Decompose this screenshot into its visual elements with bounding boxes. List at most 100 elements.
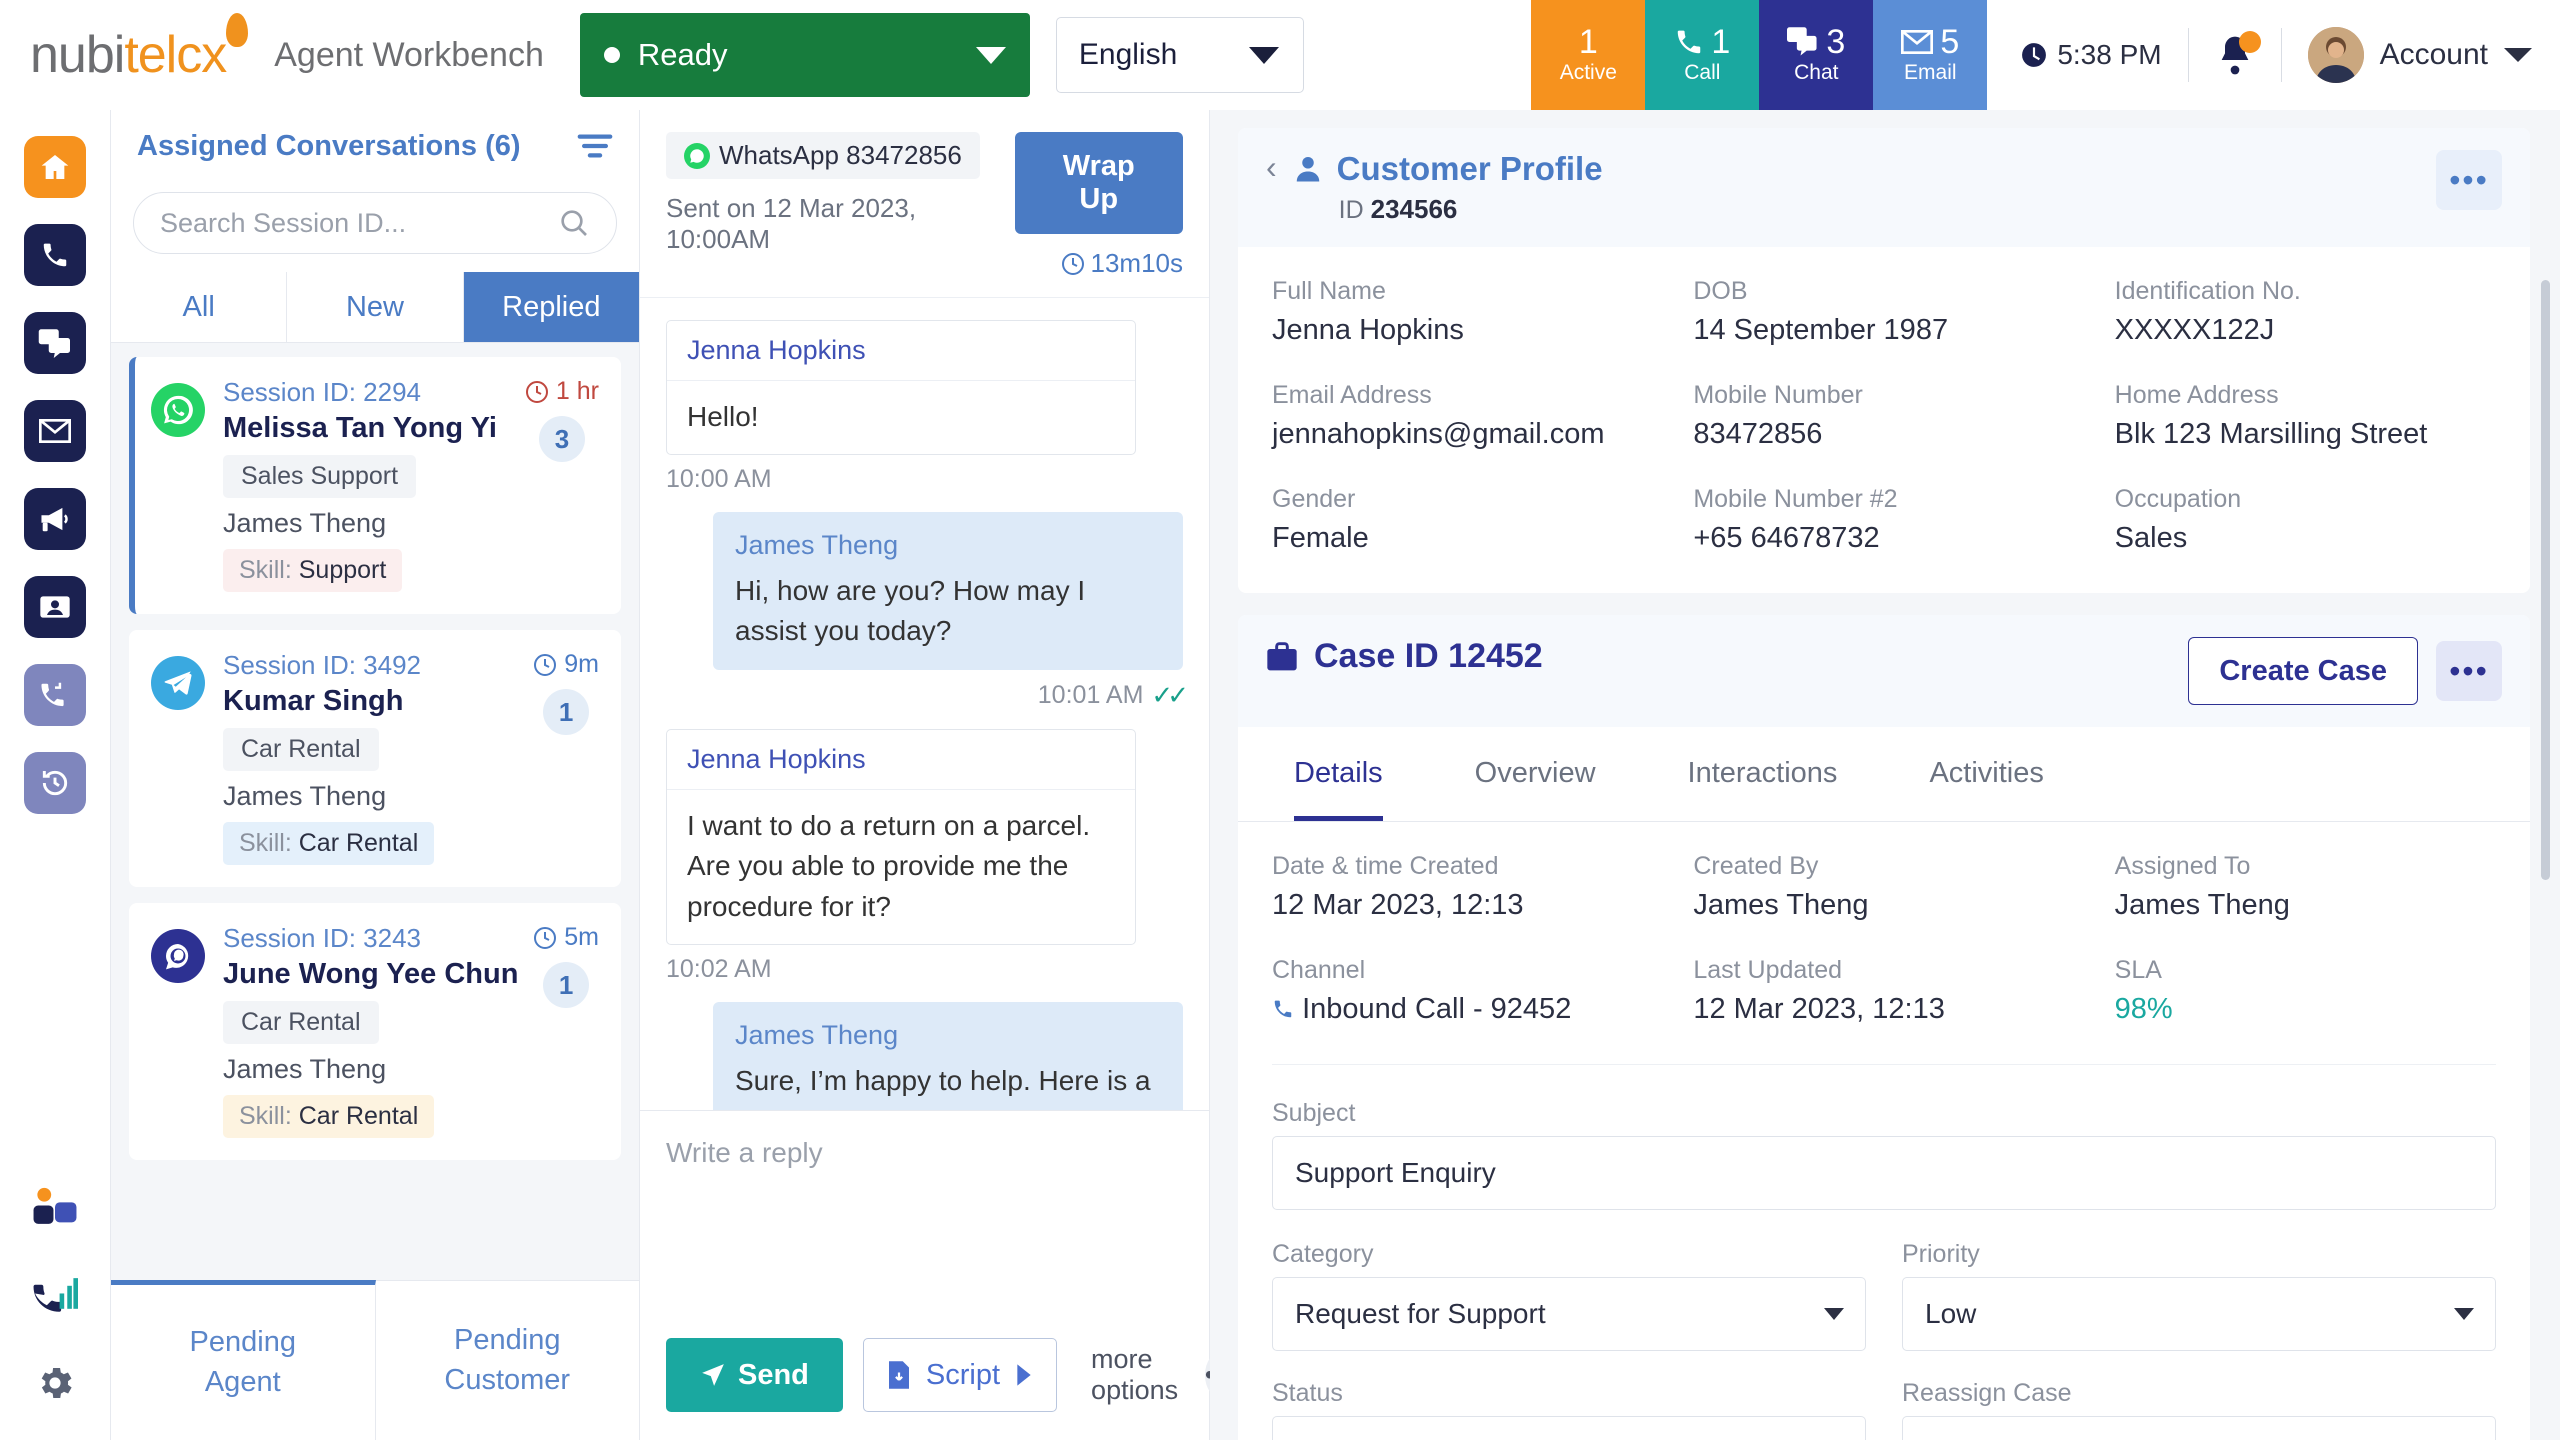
right-panel-scrollbar[interactable] bbox=[2541, 280, 2550, 880]
tab-pending-agent[interactable]: Pending Agent bbox=[111, 1280, 376, 1440]
right-detail-panel: ‹ Customer Profile ID 234566 ••• Full Na… bbox=[1210, 110, 2560, 1440]
case-detail-fields: Date & time Created 12 Mar 2023, 12:13 C… bbox=[1238, 822, 2530, 1064]
field-value: Sales bbox=[2114, 522, 2188, 554]
message-text: Hi, how are you? How may I assist you to… bbox=[735, 574, 1086, 647]
chevron-down-icon[interactable] bbox=[2504, 46, 2532, 64]
priority-select[interactable] bbox=[1902, 1277, 2496, 1351]
back-chevron-icon[interactable]: ‹ bbox=[1266, 149, 1277, 185]
category-value[interactable] bbox=[1272, 1277, 1866, 1351]
sidebar-item-call[interactable] bbox=[24, 224, 86, 286]
whatsapp-icon bbox=[151, 383, 205, 437]
chat-header-left: WhatsApp 83472856 Sent on 12 Mar 2023, 1… bbox=[666, 132, 1015, 255]
agent-status-dropdown[interactable]: Ready bbox=[579, 13, 1030, 97]
session-timer-value: 13m10s bbox=[1090, 248, 1184, 278]
conversations-panel: Assigned Conversations (6) All New Repli… bbox=[110, 110, 640, 1440]
tab-new[interactable]: New bbox=[287, 272, 464, 342]
send-button[interactable]: Send bbox=[666, 1338, 843, 1412]
sidebar-item-callback[interactable] bbox=[24, 664, 86, 726]
logo-part-nubi: nubi bbox=[30, 26, 125, 84]
channel-counters: 1 Active 1 Call 3 Chat 5 Email bbox=[1531, 0, 1988, 110]
priority-value[interactable] bbox=[1902, 1277, 2496, 1351]
counter-active-count: 1 bbox=[1578, 23, 1598, 61]
reassign-value[interactable] bbox=[1902, 1416, 2496, 1440]
message-time: 10:00 AM bbox=[666, 464, 772, 493]
case-more-button[interactable]: ••• bbox=[2436, 641, 2502, 701]
telegram-icon bbox=[151, 656, 205, 710]
list-item[interactable]: Session ID: 3243 June Wong Yee Chun Car … bbox=[129, 903, 621, 1160]
tab-all[interactable]: All bbox=[111, 272, 288, 342]
counter-call[interactable]: 1 Call bbox=[1645, 0, 1760, 110]
message-sender: Jenna Hopkins bbox=[667, 730, 1135, 790]
field-home-address: Home Address Blk 123 Marsilling Street bbox=[2115, 381, 2496, 451]
create-case-button[interactable]: Create Case bbox=[2188, 637, 2418, 705]
message-sender: James Theng bbox=[735, 529, 899, 560]
counter-chat[interactable]: 3 Chat bbox=[1759, 0, 1874, 110]
field-mobile-number: Mobile Number 83472856 bbox=[1693, 381, 2074, 451]
message-sender: James Theng bbox=[735, 1019, 899, 1050]
filter-icon[interactable] bbox=[577, 133, 613, 159]
field-assigned-to: Assigned To James Theng bbox=[2115, 852, 2496, 922]
chat-panel: WhatsApp 83472856 Sent on 12 Mar 2023, 1… bbox=[640, 110, 1241, 1440]
clock-icon bbox=[525, 380, 549, 404]
conversation-footer-tabs: Pending Agent Pending Customer bbox=[111, 1280, 639, 1440]
search-box[interactable] bbox=[133, 192, 617, 254]
sidebar-item-email[interactable] bbox=[24, 400, 86, 462]
field-subject: Subject bbox=[1272, 1099, 2496, 1210]
sidebar-item-chat[interactable] bbox=[24, 312, 86, 374]
avatar[interactable] bbox=[2307, 27, 2364, 83]
divider bbox=[2280, 28, 2282, 82]
script-button[interactable]: Script bbox=[862, 1338, 1058, 1412]
tab-activities[interactable]: Activities bbox=[1929, 727, 2043, 821]
field-label: Subject bbox=[1272, 1099, 1356, 1127]
brand-logo: nubitelcx Agent Workbench bbox=[0, 0, 544, 110]
form-row-category-priority: Category Priority bbox=[1272, 1240, 2496, 1351]
tab-overview[interactable]: Overview bbox=[1475, 727, 1596, 821]
tab-interactions[interactable]: Interactions bbox=[1688, 727, 1838, 821]
language-label: English bbox=[1078, 38, 1178, 71]
assigned-agent: James Theng bbox=[223, 781, 387, 811]
gear-icon[interactable] bbox=[24, 1352, 86, 1414]
sidebar-item-home[interactable] bbox=[24, 136, 86, 198]
category-select[interactable] bbox=[1272, 1277, 1866, 1351]
language-dropdown[interactable]: English bbox=[1055, 17, 1304, 93]
message-outgoing: James Theng Hi, how are you? How may I a… bbox=[666, 511, 1189, 711]
divider bbox=[2187, 28, 2189, 82]
customer-profile-more-button[interactable]: ••• bbox=[2436, 150, 2502, 210]
teams-icon[interactable] bbox=[24, 1176, 86, 1238]
skill-key: Skill: bbox=[239, 829, 292, 857]
reassign-select[interactable] bbox=[1902, 1416, 2496, 1440]
counter-active[interactable]: 1 Active bbox=[1531, 0, 1646, 110]
briefcase-icon bbox=[1266, 641, 1298, 672]
clock: 5:38 PM bbox=[2021, 39, 2162, 71]
sidebar-item-campaign[interactable] bbox=[24, 488, 86, 550]
search-icon[interactable] bbox=[558, 207, 590, 239]
search-input[interactable] bbox=[160, 207, 558, 239]
customer-profile-title-group: ‹ Customer Profile ID 234566 bbox=[1266, 149, 1603, 225]
sidebar-item-history[interactable] bbox=[24, 752, 86, 814]
chevron-down-icon bbox=[975, 46, 1006, 64]
notifications-bell-icon[interactable] bbox=[2215, 31, 2261, 77]
list-item[interactable]: Session ID: 2294 Melissa Tan Yong Yi Sal… bbox=[129, 357, 621, 614]
field-value: 14 September 1987 bbox=[1693, 314, 1949, 346]
logo-wordmark: nubitelcx bbox=[30, 13, 249, 84]
chat-header-right: Wrap Up 13m10s bbox=[1014, 132, 1184, 279]
field-label: Mobile Number #2 bbox=[1693, 485, 1898, 513]
counter-email[interactable]: 5 Email bbox=[1873, 0, 1988, 110]
account-label[interactable]: Account bbox=[2380, 38, 2488, 72]
call-stats-icon[interactable] bbox=[24, 1264, 86, 1326]
list-item[interactable]: Session ID: 3492 Kumar Singh Car Rental … bbox=[129, 630, 621, 887]
status-value[interactable] bbox=[1272, 1416, 1866, 1440]
reply-editor[interactable]: Write a reply bbox=[640, 1110, 1209, 1310]
wrap-up-button[interactable]: Wrap Up bbox=[1014, 132, 1183, 234]
tab-details[interactable]: Details bbox=[1294, 727, 1383, 821]
wait-timer-value: 5m bbox=[564, 923, 599, 951]
case-header: Case ID 12452 Create Case ••• bbox=[1238, 615, 2530, 727]
status-select[interactable] bbox=[1272, 1416, 1866, 1440]
tab-pending-customer[interactable]: Pending Customer bbox=[376, 1281, 640, 1440]
field-value: 12 Mar 2023, 12:13 bbox=[1693, 993, 1945, 1025]
tab-replied[interactable]: Replied bbox=[463, 272, 639, 342]
sidebar-item-contacts[interactable] bbox=[24, 576, 86, 638]
top-bar-right: 5:38 PM Account bbox=[1987, 0, 2560, 110]
skill-badge: Skill: Car Rental bbox=[223, 822, 435, 865]
subject-input[interactable] bbox=[1272, 1136, 2496, 1210]
